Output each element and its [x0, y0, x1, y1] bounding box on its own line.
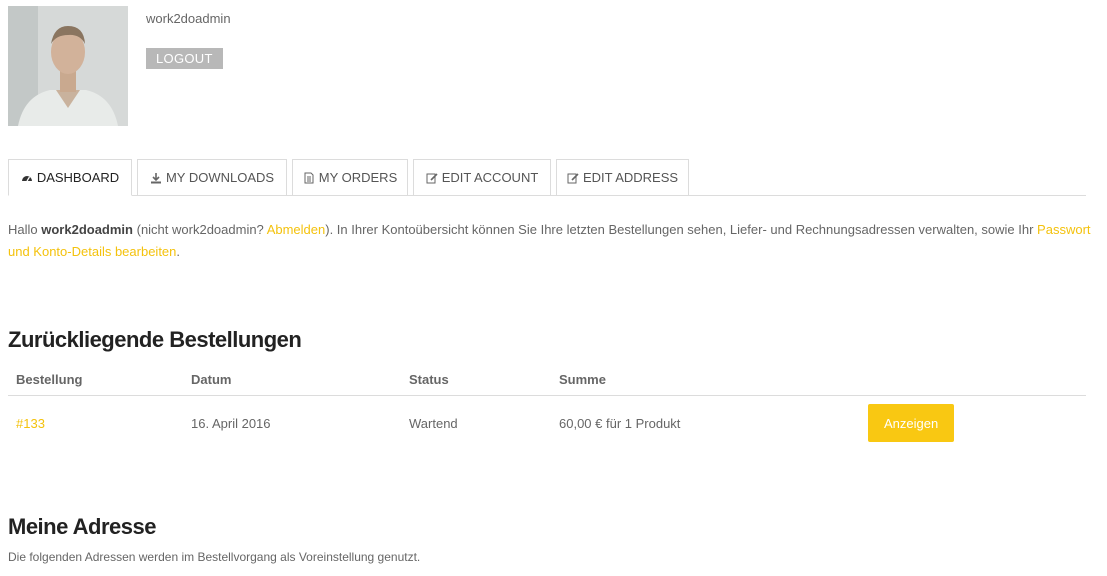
logout-button[interactable]: LOGOUT — [146, 48, 223, 69]
username: work2doadmin — [146, 11, 231, 26]
intro-end: . — [176, 244, 181, 259]
table-header: Bestellung Datum Status Summe — [8, 364, 1086, 396]
tab-edit-account[interactable]: EDIT ACCOUNT — [413, 159, 551, 196]
intro-text: ). In Ihrer Kontoübersicht können Sie Ih… — [325, 222, 1038, 237]
dashboard-intro: Hallo work2doadmin (nicht work2doadmin? … — [8, 219, 1098, 263]
view-order-button[interactable]: Anzeigen — [868, 404, 955, 442]
document-icon — [303, 172, 315, 184]
tab-label: DASHBOARD — [36, 170, 120, 185]
table-row: #133 16. April 2016 Wartend 60,00 € für … — [8, 396, 1086, 450]
tab-label: EDIT ACCOUNT — [441, 170, 539, 185]
column-header: Summe — [559, 372, 606, 387]
edit-icon — [426, 172, 438, 184]
order-date: 16. April 2016 — [191, 415, 271, 431]
column-header: Bestellung — [16, 372, 83, 387]
order-number-link[interactable]: #133 — [16, 416, 45, 431]
column-header: Status — [409, 372, 449, 387]
orders-table: Bestellung Datum Status Summe #133 16. A… — [8, 364, 1086, 450]
logout-link[interactable]: Abmelden — [267, 222, 326, 237]
tab-label: MY DOWNLOADS — [165, 170, 275, 185]
column-header: Datum — [191, 372, 232, 387]
orders-heading: Zurückliegende Bestellungen — [8, 327, 302, 352]
order-status: Wartend — [409, 415, 458, 431]
edit-icon — [567, 172, 579, 184]
avatar — [8, 6, 128, 126]
tab-my-orders[interactable]: MY ORDERS — [292, 159, 408, 196]
tab-edit-address[interactable]: EDIT ADDRESS — [556, 159, 689, 196]
address-heading: Meine Adresse — [8, 514, 156, 539]
address-note: Die folgenden Adressen werden im Bestell… — [8, 550, 421, 564]
tab-dashboard[interactable]: DASHBOARD — [8, 159, 132, 196]
tab-label: EDIT ADDRESS — [582, 170, 679, 185]
intro-not-user: (nicht work2doadmin? — [133, 222, 267, 237]
intro-username: work2doadmin — [41, 222, 133, 237]
tab-label: MY ORDERS — [318, 170, 398, 185]
tab-my-downloads[interactable]: MY DOWNLOADS — [137, 159, 287, 196]
dashboard-icon — [21, 172, 33, 184]
account-tabs: DASHBOARD MY DOWNLOADS MY ORDERS EDIT AC… — [8, 159, 1086, 196]
intro-hello: Hallo — [8, 222, 42, 237]
download-icon — [150, 172, 162, 184]
order-total: 60,00 € für 1 Produkt — [559, 415, 681, 431]
